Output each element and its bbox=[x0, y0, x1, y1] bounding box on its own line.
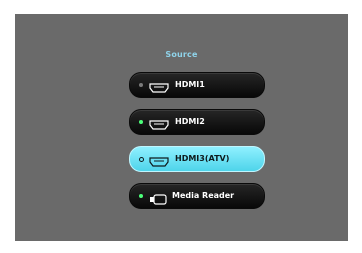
source-item-label: HDMI2 bbox=[175, 117, 205, 126]
source-item-media-reader[interactable]: Media Reader bbox=[129, 183, 265, 209]
source-item-label: HDMI3(ATV) bbox=[175, 154, 230, 163]
source-item-label: Media Reader bbox=[172, 191, 235, 200]
source-item-hdmi1[interactable]: HDMI1 bbox=[129, 72, 265, 98]
hdmi-icon bbox=[149, 153, 169, 172]
source-menu-screen: Source HDMI1 HDMI2 HDMI3(ATV) Media Read… bbox=[15, 14, 348, 241]
menu-title: Source bbox=[165, 50, 198, 59]
selected-dot-icon bbox=[138, 156, 144, 162]
active-dot-icon bbox=[139, 194, 143, 198]
hdmi-icon bbox=[149, 116, 169, 135]
source-list: HDMI1 HDMI2 HDMI3(ATV) Media Reader bbox=[129, 72, 265, 220]
inactive-dot-icon bbox=[139, 83, 143, 87]
source-item-label: HDMI1 bbox=[175, 80, 205, 89]
hdmi-icon bbox=[149, 79, 169, 98]
active-dot-icon bbox=[139, 120, 143, 124]
source-item-hdmi2[interactable]: HDMI2 bbox=[129, 109, 265, 135]
source-item-hdmi3-atv[interactable]: HDMI3(ATV) bbox=[129, 146, 265, 172]
usb-icon bbox=[149, 190, 167, 209]
